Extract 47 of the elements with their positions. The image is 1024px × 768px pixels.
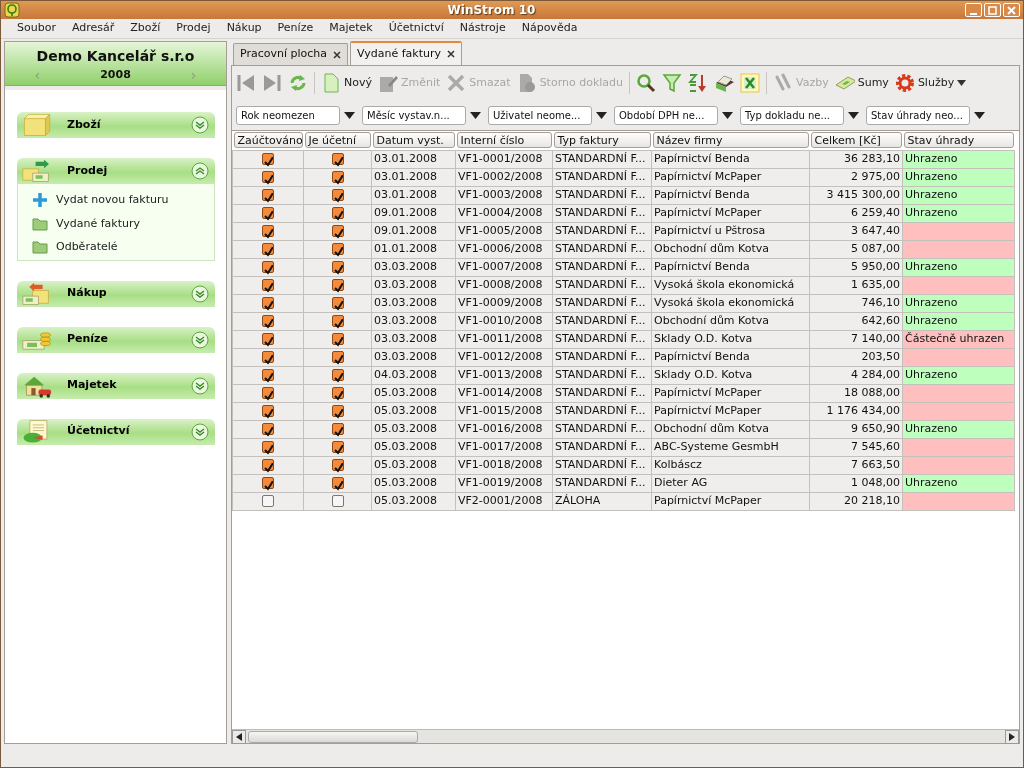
- column-header[interactable]: Stav úhrady: [903, 132, 1014, 148]
- section-header[interactable]: Účetnictví: [17, 418, 215, 445]
- menu-item[interactable]: Peníze: [269, 20, 322, 37]
- toolbar-button[interactable]: Služby: [892, 73, 969, 93]
- sidebar-item[interactable]: Vydané faktury: [32, 215, 214, 232]
- section-header[interactable]: Zboží: [17, 112, 215, 138]
- section-header[interactable]: Majetek: [17, 372, 215, 399]
- tab[interactable]: Vydané faktury: [350, 41, 463, 65]
- table-cell: 36 283,10: [809, 150, 903, 169]
- filter-combo[interactable]: Rok neomezen: [236, 105, 340, 125]
- menu-item[interactable]: Majetek: [321, 20, 381, 37]
- section-header[interactable]: Nákup: [17, 280, 215, 307]
- column-header[interactable]: Interní číslo: [456, 132, 552, 148]
- menu-item[interactable]: Nápověda: [513, 20, 586, 37]
- status-cell: Uhrazeno: [902, 150, 1015, 169]
- column-header[interactable]: Je účetní: [304, 132, 371, 148]
- menu-item[interactable]: Zboží: [122, 20, 169, 37]
- column-header[interactable]: Název firmy: [652, 132, 809, 148]
- tab[interactable]: Pracovní plocha: [233, 43, 349, 65]
- filter-combo[interactable]: Období DPH ne...: [614, 105, 718, 125]
- column-header[interactable]: Celkem [Kč]: [810, 132, 902, 148]
- column-header[interactable]: Datum vyst.: [372, 132, 455, 148]
- menu-item[interactable]: Nástroje: [451, 20, 514, 37]
- year-label: 2008: [100, 67, 131, 83]
- sidebar-item[interactable]: Vydat novou fakturu: [32, 192, 214, 209]
- table-cell: Papírnictví Benda: [651, 150, 810, 169]
- column-header[interactable]: Typ faktury: [553, 132, 651, 148]
- column-header[interactable]: Zaúčtováno: [233, 132, 303, 148]
- filter-combo[interactable]: Měsíc vystav.n...: [362, 105, 466, 125]
- table-cell: 03.01.2008: [371, 150, 456, 169]
- menu-item[interactable]: Nákup: [218, 20, 270, 37]
- filter-combo[interactable]: Uživatel neome...: [488, 105, 592, 125]
- sidebar-item[interactable]: Odběratelé: [32, 239, 214, 256]
- menu-item[interactable]: Adresář: [63, 20, 123, 37]
- menu-item[interactable]: Prodej: [168, 20, 219, 37]
- table-cell: VF1-0001/2008: [455, 150, 553, 169]
- company-name: Demo Kancelář s.r.o: [36, 47, 195, 66]
- filter-combo[interactable]: Typ dokladu ne...: [740, 105, 844, 125]
- window-title: WinStrom 10: [446, 2, 537, 19]
- section-header[interactable]: Prodej: [17, 158, 215, 184]
- filter-combo[interactable]: Stav úhrady neo...: [866, 105, 970, 125]
- table-cell: STANDARDNÍ F...: [552, 150, 652, 169]
- toolbar-button[interactable]: Nový: [319, 73, 374, 93]
- menu-item[interactable]: Soubor: [9, 20, 64, 37]
- section-header[interactable]: Peníze: [17, 326, 215, 353]
- menu-item[interactable]: Účetnictví: [380, 20, 452, 37]
- toolbar-button[interactable]: Sumy: [832, 73, 891, 93]
